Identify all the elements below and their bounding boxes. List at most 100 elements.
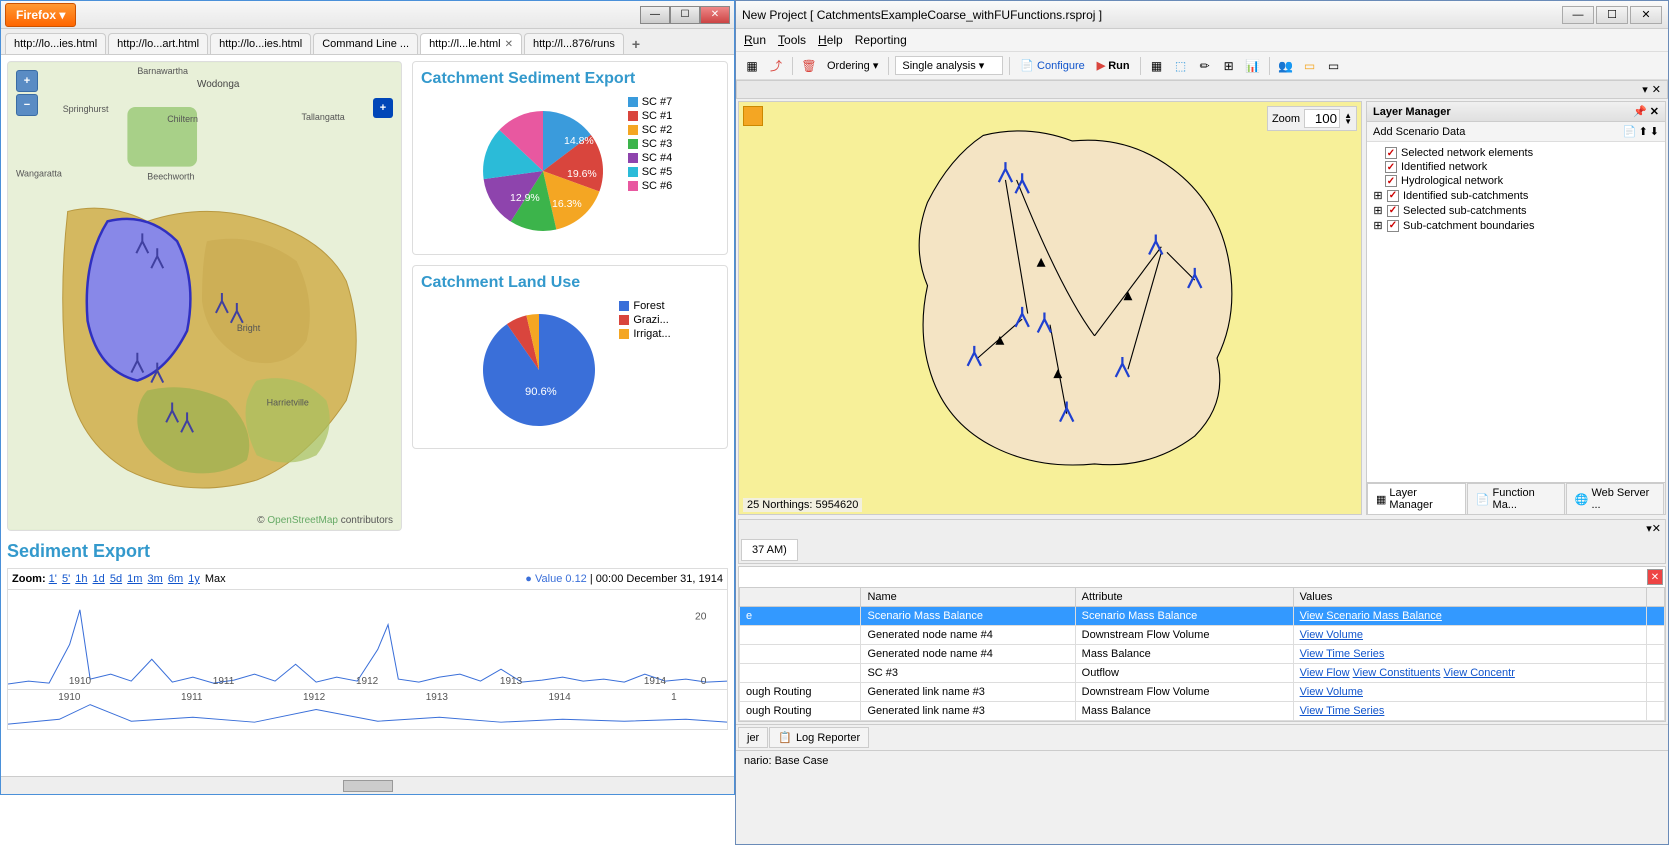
add-layer-icon[interactable]: 📄: [1623, 125, 1637, 138]
toolbar-icon[interactable]: ▦: [1147, 56, 1167, 76]
result-link[interactable]: View Time Series: [1300, 648, 1385, 660]
maximize-button[interactable]: ☐: [670, 6, 700, 24]
expand-icon[interactable]: ⊞: [1373, 219, 1383, 232]
layer-label[interactable]: Hydrological network: [1401, 175, 1503, 187]
toolbar-icon[interactable]: ✏: [1195, 56, 1215, 76]
layer-label[interactable]: Selected sub-catchments: [1403, 205, 1527, 217]
close-button[interactable]: ✕: [700, 6, 730, 24]
zoom-1min[interactable]: 1': [49, 573, 57, 585]
minimize-button[interactable]: —: [640, 6, 670, 24]
table-row[interactable]: SC #3OutflowView Flow View Constituents …: [740, 664, 1665, 683]
layer-checkbox[interactable]: [1387, 220, 1399, 232]
zoom-in-button[interactable]: +: [16, 70, 38, 92]
down-icon[interactable]: ⬇: [1650, 125, 1659, 138]
result-link[interactable]: View Flow: [1300, 667, 1350, 679]
toolbar-icon[interactable]: ⬚: [1171, 56, 1191, 76]
layer-checkbox[interactable]: [1385, 147, 1397, 159]
map-panel[interactable]: Barnawartha Wodonga Springhurst Chiltern…: [7, 61, 402, 531]
analysis-combo[interactable]: Single analysis ▾: [895, 56, 1003, 75]
layer-checkbox[interactable]: [1385, 175, 1397, 187]
layer-checkbox[interactable]: [1387, 205, 1399, 217]
result-link[interactable]: View Constituents: [1353, 667, 1441, 679]
pin-icon[interactable]: 📌: [1633, 105, 1647, 118]
dock-close-icon[interactable]: ✕: [1652, 83, 1661, 96]
configure-button[interactable]: 📄 Configure: [1016, 59, 1088, 72]
ordering-label[interactable]: Ordering ▾: [823, 59, 882, 72]
horizontal-scrollbar[interactable]: [1, 776, 734, 794]
timeseries-overview[interactable]: 1910 1911 1912 1913 1914 1: [7, 690, 728, 730]
bottom-tab-log[interactable]: 📋 Log Reporter: [769, 727, 869, 748]
zoom-5d[interactable]: 5d: [110, 573, 122, 585]
col-header[interactable]: [740, 588, 861, 607]
new-tab-button[interactable]: +: [626, 34, 646, 54]
menu-reporting[interactable]: Reporting: [855, 33, 907, 47]
zoom-out-button[interactable]: −: [16, 94, 38, 116]
minimize-button[interactable]: —: [1562, 6, 1594, 24]
expand-icon[interactable]: ⊞: [1373, 204, 1383, 217]
table-row[interactable]: Generated node name #4Downstream Flow Vo…: [740, 626, 1665, 645]
map-tool-icon[interactable]: [743, 106, 763, 126]
table-row[interactable]: ough RoutingGenerated link name #3Mass B…: [740, 702, 1665, 721]
zoom-spinner[interactable]: ▲▼: [1344, 113, 1352, 125]
panel-close-icon[interactable]: ✕: [1650, 105, 1659, 118]
layer-label[interactable]: Selected network elements: [1401, 147, 1533, 159]
run-button[interactable]: ▶ Run: [1093, 59, 1134, 72]
results-close-button[interactable]: ✕: [1647, 569, 1663, 585]
layer-label[interactable]: Identified sub-catchments: [1403, 190, 1528, 202]
zoom-5min[interactable]: 5': [62, 573, 70, 585]
table-row[interactable]: eScenario Mass BalanceScenario Mass Bala…: [740, 607, 1665, 626]
col-header[interactable]: Name: [861, 588, 1075, 607]
tab-close-icon[interactable]: ✕: [505, 39, 513, 50]
result-link[interactable]: View Concentr: [1444, 667, 1515, 679]
toolbar-icon[interactable]: ▦: [742, 56, 762, 76]
ordering-icon[interactable]: 🗑: [799, 56, 819, 76]
col-header[interactable]: Values: [1293, 588, 1646, 607]
toolbar-icon[interactable]: ⊞: [1219, 56, 1239, 76]
tab-layer-manager[interactable]: ▦ Layer Manager: [1367, 483, 1466, 514]
zoom-1h[interactable]: 1h: [75, 573, 87, 585]
close-button[interactable]: ✕: [1630, 6, 1662, 24]
maximize-button[interactable]: ☐: [1596, 6, 1628, 24]
browser-tab[interactable]: http://lo...art.html: [108, 33, 208, 54]
result-link[interactable]: View Volume: [1300, 686, 1363, 698]
toolbar-icon[interactable]: 👥: [1276, 56, 1296, 76]
expand-icon[interactable]: ⊞: [1373, 189, 1383, 202]
zoom-6m[interactable]: 6m: [168, 573, 183, 585]
time-tab[interactable]: 37 AM): [741, 539, 798, 561]
browser-tab[interactable]: Command Line ...: [313, 33, 418, 54]
layer-label[interactable]: Sub-catchment boundaries: [1403, 220, 1534, 232]
tab-function-manager[interactable]: 📄 Function Ma...: [1467, 483, 1565, 514]
bottom-tab[interactable]: jer: [738, 727, 768, 748]
layer-checkbox[interactable]: [1387, 190, 1399, 202]
menu-tools[interactable]: Tools: [778, 33, 806, 47]
timeseries-chart[interactable]: 20 0 1910 1911 1912 1913 1914: [7, 590, 728, 690]
table-row[interactable]: ough RoutingGenerated link name #3Downst…: [740, 683, 1665, 702]
layer-checkbox[interactable]: [1385, 161, 1397, 173]
result-link[interactable]: View Scenario Mass Balance: [1300, 610, 1442, 622]
result-link[interactable]: View Volume: [1300, 629, 1363, 641]
browser-tab-active[interactable]: http://l...le.html✕: [420, 33, 522, 54]
firefox-menu-button[interactable]: Firefox ▾: [5, 3, 76, 27]
menu-run[interactable]: Run: [744, 33, 766, 47]
table-row[interactable]: Generated node name #4Mass BalanceView T…: [740, 645, 1665, 664]
toolbar-icon[interactable]: ⤴: [766, 56, 786, 76]
zoom-input[interactable]: [1304, 109, 1340, 128]
toolbar-icon[interactable]: ▭: [1324, 56, 1344, 76]
dock-dropdown-icon[interactable]: ▾: [1642, 83, 1648, 96]
layer-label[interactable]: Identified network: [1401, 161, 1487, 173]
result-link[interactable]: View Time Series: [1300, 705, 1385, 717]
toolbar-icon[interactable]: 📊: [1243, 56, 1263, 76]
zoom-3m[interactable]: 3m: [148, 573, 163, 585]
expand-map-button[interactable]: +: [373, 98, 393, 118]
browser-tab[interactable]: http://lo...ies.html: [210, 33, 311, 54]
tab-web-server[interactable]: 🌐 Web Server ...: [1566, 483, 1664, 514]
browser-tab[interactable]: http://l...876/runs: [524, 33, 624, 54]
zoom-1y[interactable]: 1y: [188, 573, 200, 585]
catchment-map[interactable]: Zoom ▲▼ 25 Northings: 5954620: [738, 101, 1362, 515]
col-header[interactable]: Attribute: [1075, 588, 1293, 607]
menu-help[interactable]: Help: [818, 33, 843, 47]
dock-close-icon[interactable]: ✕: [1652, 522, 1661, 535]
up-icon[interactable]: ⬆: [1639, 125, 1648, 138]
zoom-max[interactable]: Max: [205, 573, 226, 585]
browser-tab[interactable]: http://lo...ies.html: [5, 33, 106, 54]
